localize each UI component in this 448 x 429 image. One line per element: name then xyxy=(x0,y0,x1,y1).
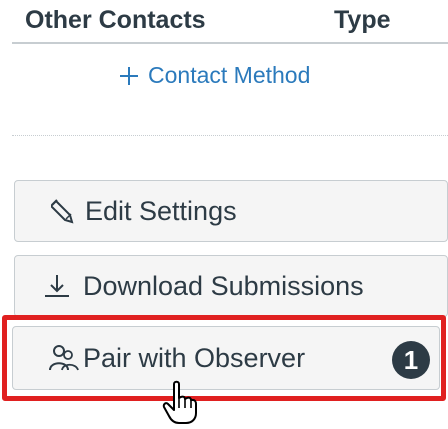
step-number-badge: 1 xyxy=(392,341,430,379)
download-submissions-button[interactable]: Download Submissions xyxy=(14,255,448,317)
profile-sidebar-page: Other Contacts Type Contact Method Edit … xyxy=(0,0,448,429)
plus-icon xyxy=(120,66,138,85)
edit-settings-button[interactable]: Edit Settings xyxy=(14,180,448,242)
section-divider xyxy=(12,135,448,136)
add-contact-method-label: Contact Method xyxy=(148,62,311,88)
pair-with-observer-label: Pair with Observer xyxy=(83,342,306,373)
download-submissions-label: Download Submissions xyxy=(83,270,364,301)
pair-observer-icon xyxy=(49,344,79,372)
edit-settings-label: Edit Settings xyxy=(85,195,237,226)
other-contacts-table-header: Other Contacts Type xyxy=(0,0,448,44)
add-contact-method-link[interactable]: Contact Method xyxy=(120,62,310,89)
column-header-other-contacts: Other Contacts xyxy=(25,6,206,34)
pencil-icon xyxy=(51,198,75,224)
pair-with-observer-button[interactable]: Pair with Observer xyxy=(12,326,440,390)
download-icon xyxy=(43,273,71,299)
column-header-type: Type xyxy=(334,6,391,34)
pointer-hand-icon xyxy=(160,380,200,426)
header-divider xyxy=(12,42,448,44)
